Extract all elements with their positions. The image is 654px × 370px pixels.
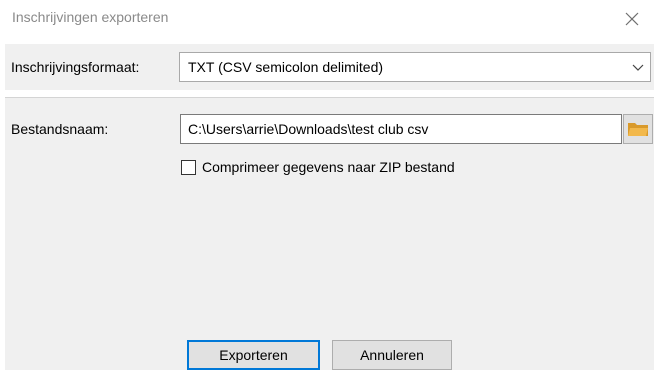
format-selected-value: TXT (CSV semicolon delimited) <box>188 59 384 75</box>
format-panel: Inschrijvingsformaat: TXT (CSV semicolon… <box>5 44 654 90</box>
zip-option[interactable]: Comprimeer gegevens naar ZIP bestand <box>181 158 455 176</box>
cancel-button[interactable]: Annuleren <box>332 340 452 370</box>
filename-input[interactable] <box>180 114 622 144</box>
export-dialog: Inschrijvingen exporteren Inschrijvingsf… <box>0 0 654 370</box>
title-bar: Inschrijvingen exporteren <box>0 0 654 38</box>
options-panel: Bestandsnaam: Comprimeer gegevens naar Z… <box>5 98 654 370</box>
format-select[interactable]: TXT (CSV semicolon delimited) <box>179 52 651 82</box>
close-icon <box>625 12 639 26</box>
chevron-down-icon <box>632 64 644 71</box>
close-button[interactable] <box>616 4 648 34</box>
folder-icon <box>628 123 648 136</box>
zip-label[interactable]: Comprimeer gegevens naar ZIP bestand <box>202 159 455 175</box>
format-label: Inschrijvingsformaat: <box>11 59 140 75</box>
zip-checkbox[interactable] <box>181 159 196 175</box>
browse-folder-button[interactable] <box>623 114 653 144</box>
dialog-title: Inschrijvingen exporteren <box>12 9 169 25</box>
filename-label: Bestandsnaam: <box>11 121 109 137</box>
export-button[interactable]: Exporteren <box>187 340 320 370</box>
